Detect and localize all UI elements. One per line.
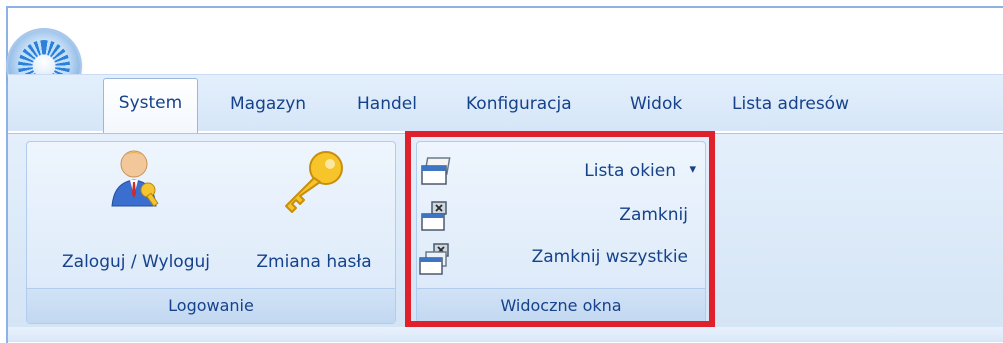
ribbon-bottom-edge xyxy=(8,327,1003,341)
tab-widok[interactable]: Widok xyxy=(630,92,682,116)
tab-lista-adresow[interactable]: Lista adresów xyxy=(732,92,849,116)
tab-konfiguracja[interactable]: Konfiguracja xyxy=(466,92,572,116)
tab-system[interactable]: System xyxy=(103,78,198,134)
change-password-label: Zmiana hasła xyxy=(256,252,372,272)
highlight-annotation-box xyxy=(405,131,715,327)
login-logout-button[interactable]: Zaloguj / Wyloguj xyxy=(38,148,234,280)
group-label-logowanie: Logowanie xyxy=(27,288,395,323)
key-icon xyxy=(285,151,343,213)
tab-magazyn[interactable]: Magazyn xyxy=(230,92,306,116)
user-key-icon xyxy=(111,150,159,207)
login-logout-label: Zaloguj / Wyloguj xyxy=(62,252,210,272)
tab-handel[interactable]: Handel xyxy=(357,92,417,116)
change-password-button[interactable]: Zmiana hasła xyxy=(240,148,388,280)
